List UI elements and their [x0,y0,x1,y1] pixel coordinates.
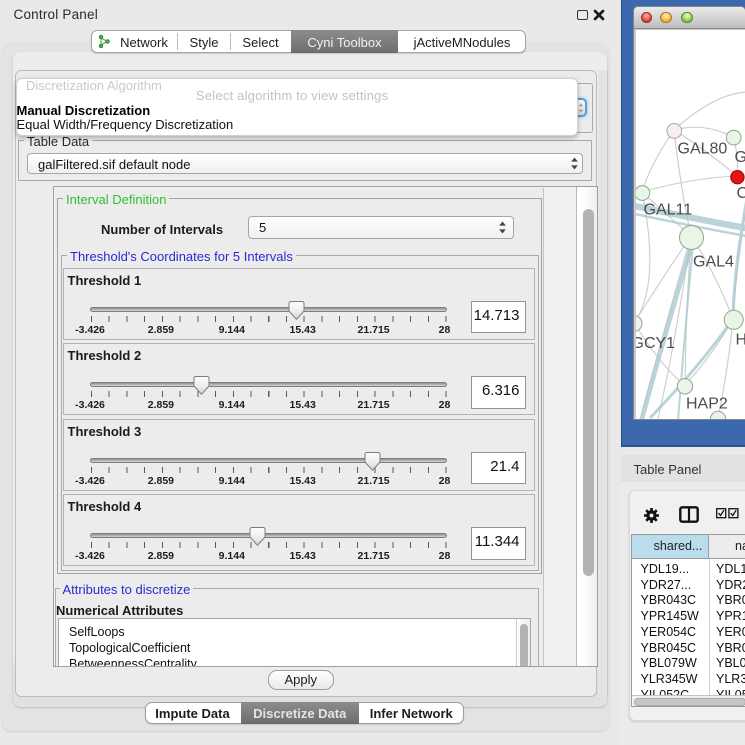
svg-text:GA: GA [734,149,745,166]
svg-text:GAL80: GAL80 [677,140,727,157]
svg-text:C: C [736,185,745,202]
svg-text:GAL4: GAL4 [693,253,734,270]
svg-text:HAP2: HAP2 [686,395,728,412]
svg-text:H: H [735,331,745,348]
svg-text:GAL11: GAL11 [643,201,692,218]
svg-text:GCY1: GCY1 [636,335,675,352]
